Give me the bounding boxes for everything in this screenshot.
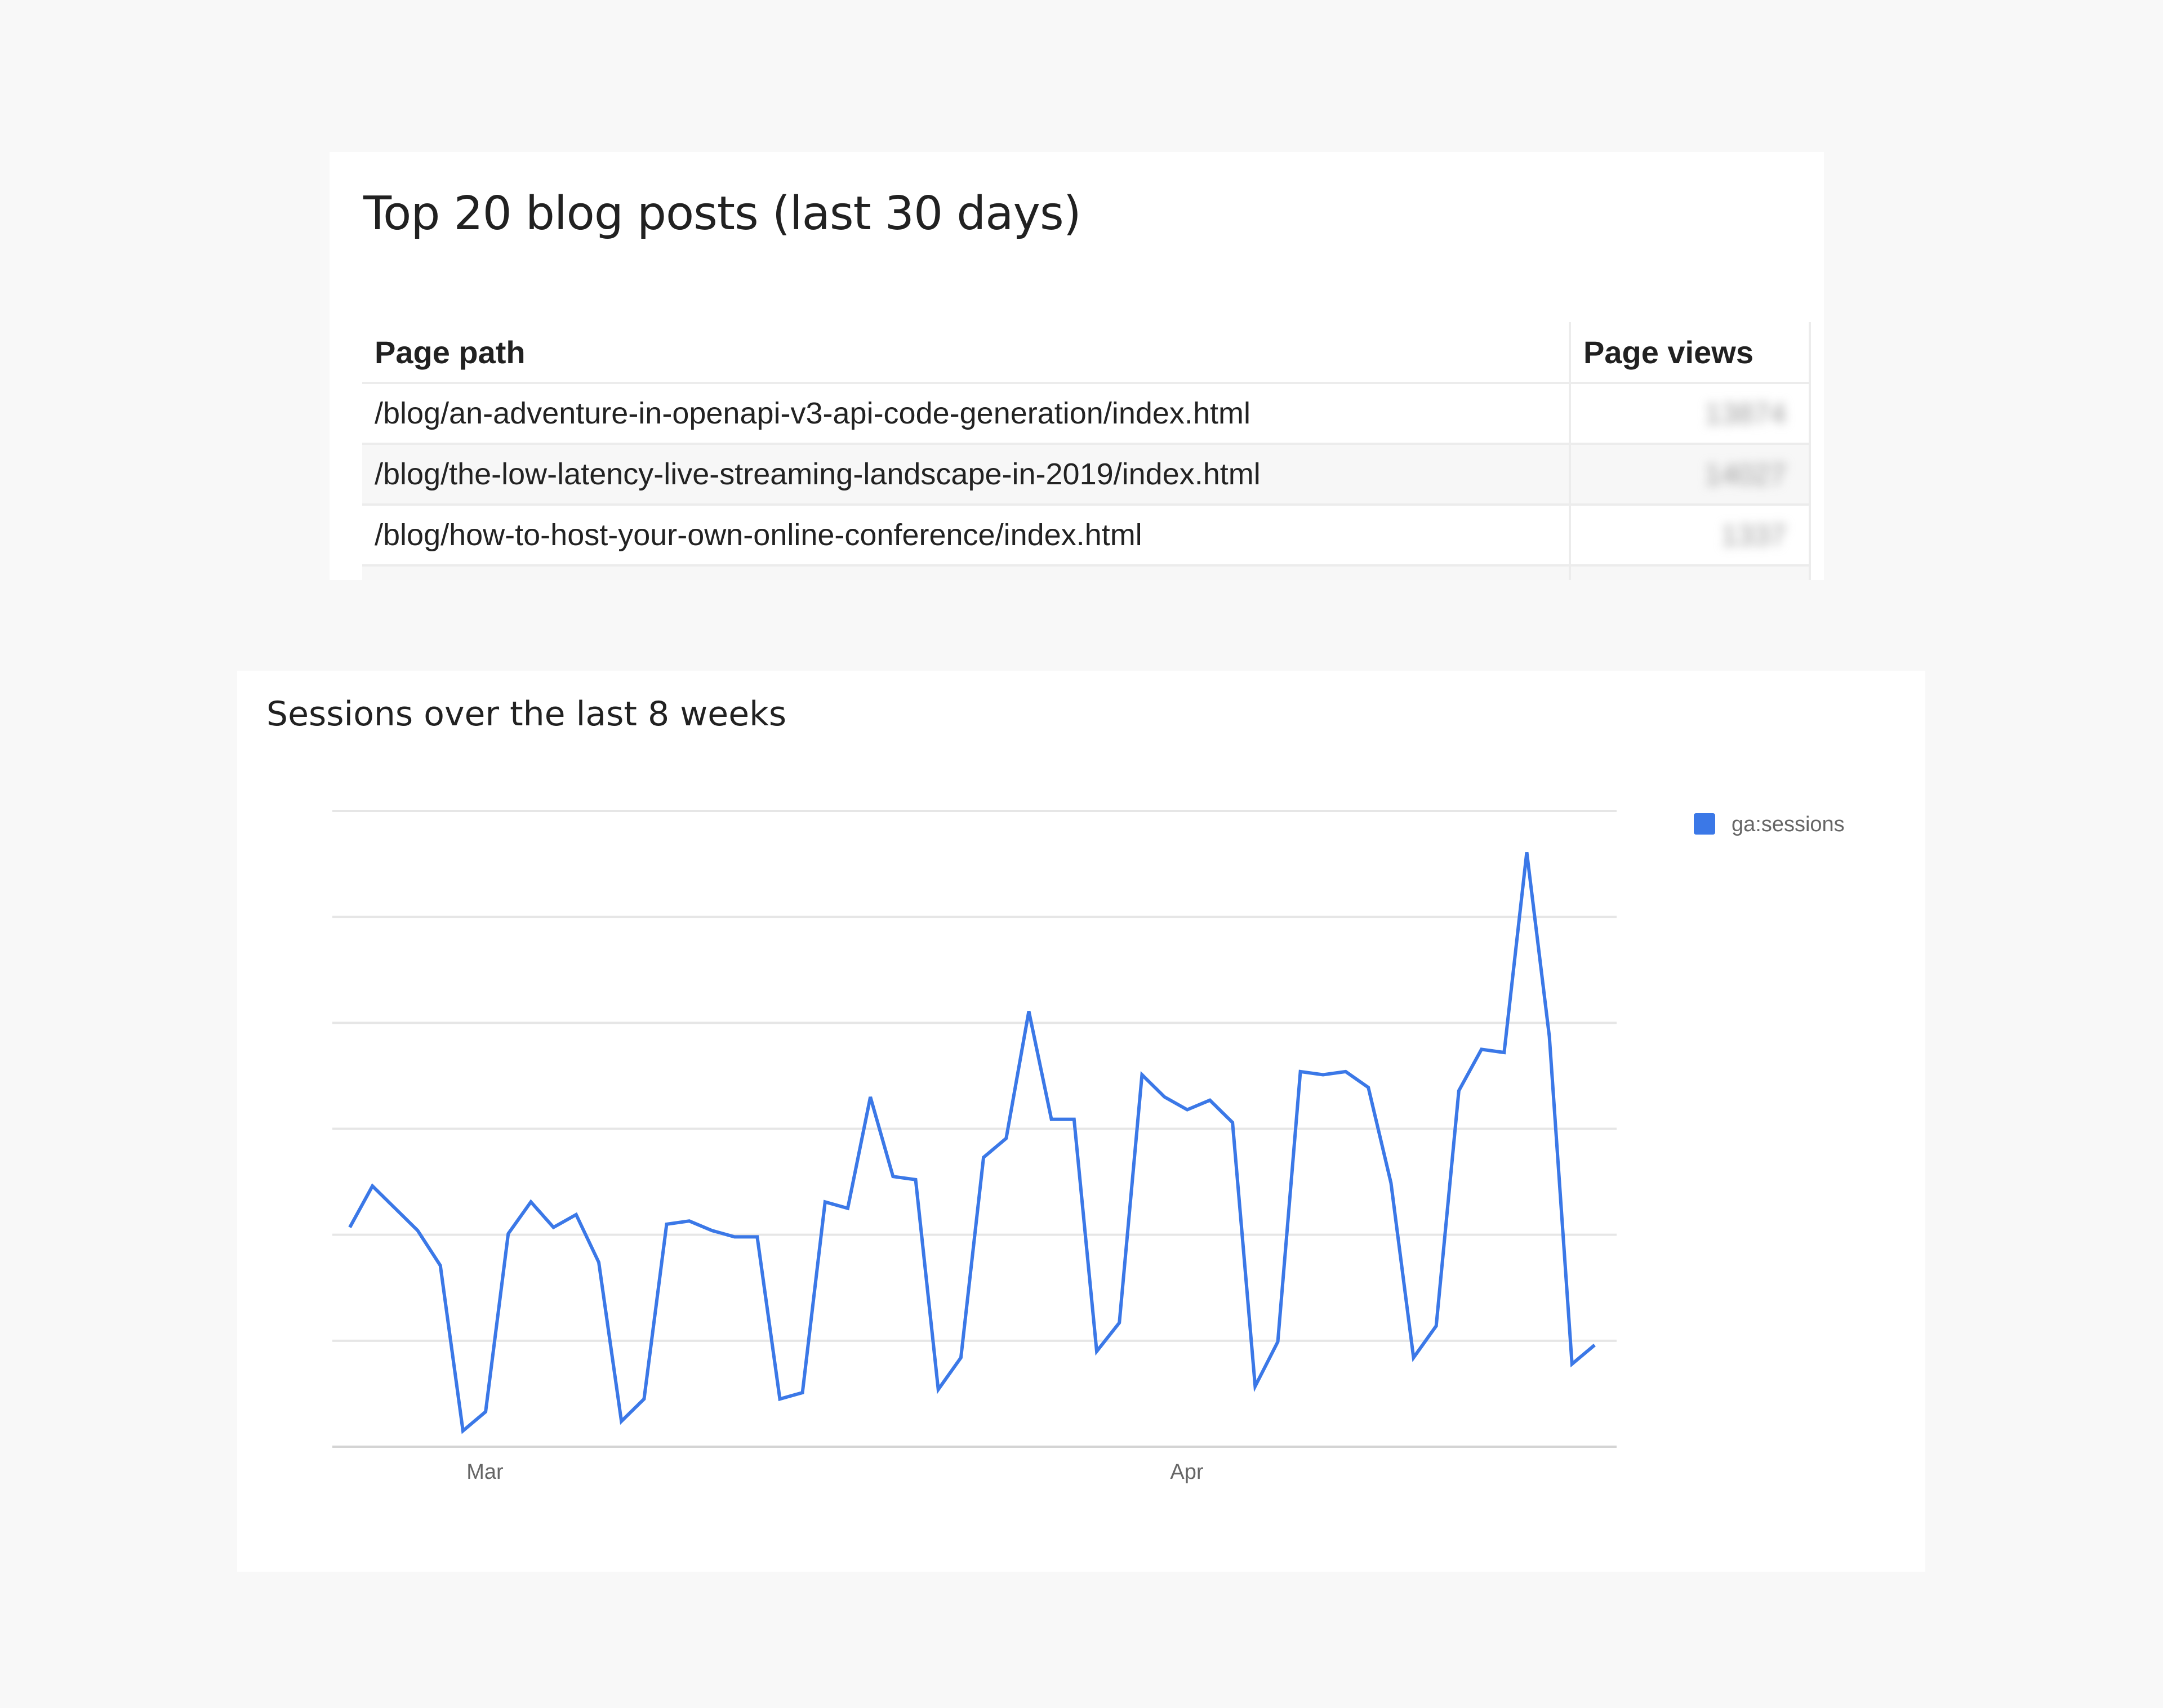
data-point[interactable]	[797, 1387, 808, 1398]
top-posts-title: Top 20 blog posts (last 30 days)	[363, 187, 1082, 240]
data-point[interactable]	[1476, 1043, 1487, 1055]
table-row: /blog/how-to-host-your-own-online-confer…	[362, 505, 1811, 567]
data-point[interactable]	[1272, 1336, 1284, 1348]
page-path-cell	[362, 565, 1570, 580]
page-path-cell: /blog/the-low-latency-live-streaming-lan…	[362, 444, 1570, 506]
data-point[interactable]	[435, 1260, 446, 1271]
data-point[interactable]	[1046, 1114, 1057, 1125]
data-point[interactable]	[389, 1203, 400, 1214]
data-point[interactable]	[1249, 1381, 1261, 1392]
page-views-value: 1337	[1721, 519, 1786, 552]
data-point[interactable]	[1136, 1069, 1147, 1081]
data-point[interactable]	[548, 1222, 559, 1233]
column-header-page-path[interactable]: Page path	[362, 322, 1570, 384]
data-point[interactable]	[1023, 1006, 1035, 1017]
data-point[interactable]	[978, 1152, 989, 1163]
data-point[interactable]	[367, 1180, 378, 1192]
data-point[interactable]	[1521, 846, 1533, 858]
data-point[interactable]	[638, 1393, 649, 1404]
series-line-ga-sessions[interactable]	[348, 852, 1596, 1434]
data-point[interactable]	[593, 1257, 604, 1268]
data-point[interactable]	[933, 1384, 944, 1395]
data-point[interactable]	[1498, 1047, 1510, 1058]
page-path-cell: /blog/an-adventure-in-openapi-v3-api-cod…	[362, 383, 1570, 445]
chart-series	[344, 846, 1600, 1437]
data-point[interactable]	[842, 1203, 853, 1214]
data-point[interactable]	[865, 1091, 876, 1103]
data-point[interactable]	[1091, 1346, 1102, 1357]
data-point[interactable]	[480, 1406, 491, 1417]
legend-swatch-ga-sessions	[1694, 813, 1715, 835]
data-point[interactable]	[1069, 1114, 1080, 1125]
data-point[interactable]	[910, 1174, 922, 1185]
page-views-cell: 1337	[1569, 505, 1811, 567]
data-point[interactable]	[344, 1222, 355, 1233]
data-point[interactable]	[526, 1196, 537, 1207]
data-point[interactable]	[729, 1231, 740, 1242]
top-posts-table: Page path Page views /blog/an-adventure-…	[362, 322, 1811, 580]
page-views-cell	[1569, 565, 1811, 580]
data-point[interactable]	[571, 1209, 582, 1220]
data-point[interactable]	[706, 1225, 718, 1236]
data-point[interactable]	[1227, 1117, 1238, 1128]
data-point[interactable]	[412, 1225, 424, 1236]
page-views-value: 14027	[1704, 458, 1786, 491]
page-path-cell: /blog/how-to-host-your-own-online-confer…	[362, 505, 1570, 567]
page-views-cell: 13874	[1569, 383, 1811, 445]
data-point[interactable]	[751, 1231, 763, 1242]
data-point[interactable]	[684, 1215, 695, 1227]
sessions-line-chart: Mar Apr ga:sessions	[332, 810, 1845, 1484]
data-point[interactable]	[1000, 1132, 1012, 1144]
chart-legend[interactable]: ga:sessions	[1694, 813, 1845, 836]
data-point[interactable]	[1159, 1091, 1170, 1103]
data-point[interactable]	[1204, 1095, 1216, 1106]
data-point[interactable]	[616, 1416, 627, 1427]
sessions-chart-card: Sessions over the last 8 weeks Mar Apr ga…	[237, 671, 1925, 1572]
data-point[interactable]	[1182, 1104, 1193, 1116]
data-point[interactable]	[1114, 1317, 1125, 1328]
data-point[interactable]	[1318, 1069, 1329, 1081]
data-point[interactable]	[775, 1393, 786, 1404]
table-header-row: Page path Page views	[362, 322, 1811, 384]
table-row: /blog/an-adventure-in-openapi-v3-api-cod…	[362, 383, 1811, 445]
data-point[interactable]	[1295, 1066, 1306, 1077]
x-tick-label-apr: Apr	[1170, 1460, 1203, 1484]
data-point[interactable]	[955, 1352, 967, 1363]
data-point[interactable]	[1340, 1066, 1351, 1077]
data-point[interactable]	[1453, 1085, 1465, 1096]
data-point[interactable]	[1408, 1352, 1419, 1363]
page-views-cell: 14027	[1569, 444, 1811, 506]
data-point[interactable]	[820, 1196, 831, 1207]
x-tick-label-mar: Mar	[466, 1460, 504, 1484]
top-posts-card: Top 20 blog posts (last 30 days) Page pa…	[330, 152, 1824, 580]
table-row: /blog/the-low-latency-live-streaming-lan…	[362, 444, 1811, 506]
column-header-page-views[interactable]: Page views	[1569, 322, 1811, 384]
chart-gridlines	[332, 810, 1617, 1448]
data-point[interactable]	[457, 1425, 469, 1437]
page-views-value: 13874	[1704, 398, 1786, 430]
data-point[interactable]	[1431, 1321, 1442, 1332]
legend-label-ga-sessions: ga:sessions	[1732, 813, 1845, 836]
x-axis-ticks: Mar Apr	[466, 1460, 1204, 1484]
table-row	[362, 565, 1811, 580]
data-point[interactable]	[1589, 1339, 1600, 1350]
data-point[interactable]	[502, 1228, 514, 1239]
data-point[interactable]	[1385, 1178, 1396, 1189]
data-point[interactable]	[887, 1171, 898, 1182]
data-point[interactable]	[1363, 1082, 1374, 1093]
data-point[interactable]	[1566, 1358, 1578, 1370]
data-point[interactable]	[1544, 1031, 1555, 1042]
data-point[interactable]	[661, 1219, 673, 1230]
